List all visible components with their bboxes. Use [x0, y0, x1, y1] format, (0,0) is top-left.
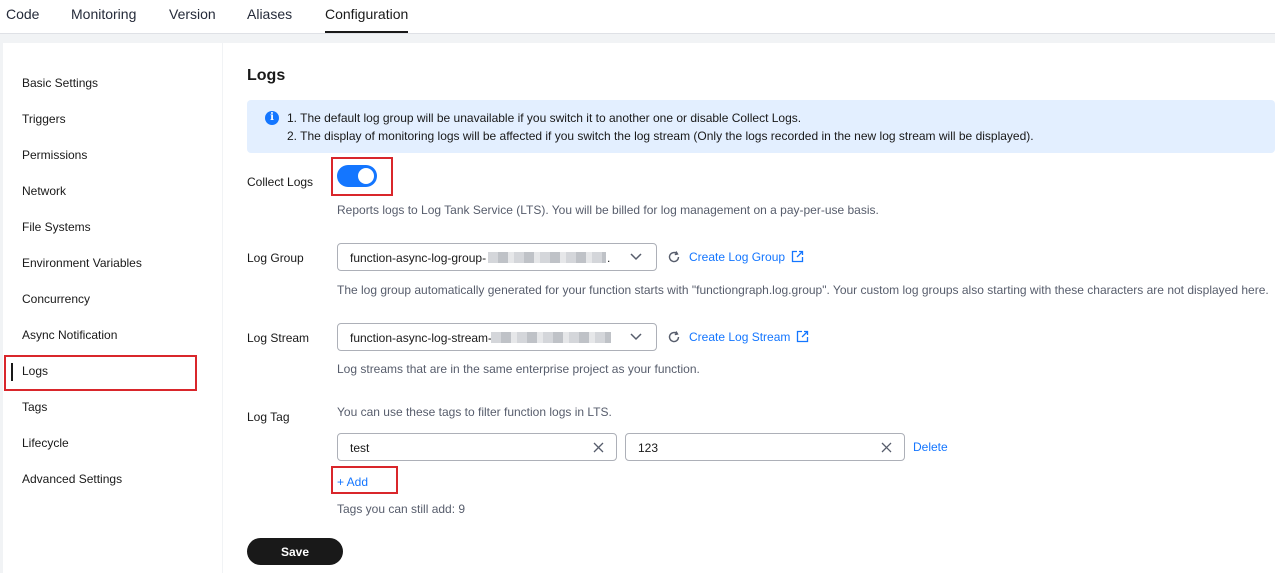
- clear-icon[interactable]: [881, 442, 892, 453]
- tag-value-input[interactable]: 123: [625, 433, 905, 461]
- collect-logs-label: Collect Logs: [247, 175, 314, 189]
- log-stream-label: Log Stream: [247, 331, 310, 345]
- delete-tag-link[interactable]: Delete: [913, 440, 948, 454]
- tab-version[interactable]: Version: [169, 6, 216, 22]
- tags-remaining: Tags you can still add: 9: [337, 502, 466, 516]
- add-tag-link[interactable]: + Add: [337, 475, 368, 489]
- collect-logs-toggle[interactable]: [337, 165, 377, 187]
- log-stream-value: function-async-log-stream-: [350, 331, 493, 345]
- sidebar-item-triggers[interactable]: Triggers: [22, 112, 66, 126]
- log-stream-hint: Log streams that are in the same enterpr…: [337, 362, 700, 376]
- sidebar: Basic Settings Triggers Permissions Netw…: [3, 43, 222, 573]
- create-log-group-link[interactable]: Create Log Group: [689, 250, 785, 264]
- sidebar-item-lifecycle[interactable]: Lifecycle: [22, 436, 69, 450]
- sidebar-item-advanced-settings[interactable]: Advanced Settings: [22, 472, 122, 486]
- external-link-icon[interactable]: [796, 330, 809, 343]
- logs-highlight-box: [4, 355, 197, 391]
- toggle-knob: [358, 168, 374, 184]
- info-notice: [247, 100, 1275, 153]
- clear-icon[interactable]: [593, 442, 604, 453]
- notice-line-1: 1. The default log group will be unavail…: [287, 111, 802, 125]
- log-group-label: Log Group: [247, 251, 304, 265]
- redacted-mask: [488, 252, 606, 263]
- log-group-value-suffix: .: [607, 251, 611, 265]
- active-indicator: [11, 363, 13, 381]
- tag-key-input[interactable]: test: [337, 433, 617, 461]
- redacted-mask: [491, 332, 611, 343]
- sidebar-item-file-systems[interactable]: File Systems: [22, 220, 91, 234]
- refresh-icon[interactable]: [667, 330, 681, 344]
- tag-value-value: 123: [638, 441, 659, 455]
- sidebar-item-concurrency[interactable]: Concurrency: [22, 292, 90, 306]
- chevron-down-icon: [630, 253, 642, 261]
- chevron-down-icon: [630, 333, 642, 341]
- collect-logs-hint: Reports logs to Log Tank Service (LTS). …: [337, 203, 879, 217]
- page-title: Logs: [247, 67, 286, 84]
- log-group-select[interactable]: function-async-log-group- .: [337, 243, 657, 271]
- sidebar-item-environment-variables[interactable]: Environment Variables: [22, 256, 142, 270]
- tab-code[interactable]: Code: [6, 6, 39, 22]
- sidebar-item-basic-settings[interactable]: Basic Settings: [22, 76, 98, 90]
- sidebar-item-tags[interactable]: Tags: [22, 400, 47, 414]
- sidebar-item-network[interactable]: Network: [22, 184, 66, 198]
- notice-line-2: 2. The display of monitoring logs will b…: [287, 129, 1034, 143]
- external-link-icon[interactable]: [791, 250, 804, 263]
- sidebar-item-permissions[interactable]: Permissions: [22, 148, 87, 162]
- tab-aliases[interactable]: Aliases: [247, 6, 292, 22]
- log-tag-label: Log Tag: [247, 410, 290, 424]
- save-button[interactable]: Save: [247, 538, 343, 565]
- top-tab-bar: Code Monitoring Version Aliases Configur…: [0, 0, 1275, 34]
- tag-key-value: test: [350, 441, 370, 455]
- log-group-hint: The log group automatically generated fo…: [337, 283, 1269, 297]
- create-log-stream-link[interactable]: Create Log Stream: [689, 330, 790, 344]
- log-group-value: function-async-log-group-: [350, 251, 487, 265]
- log-stream-select[interactable]: function-async-log-stream-: [337, 323, 657, 351]
- refresh-icon[interactable]: [667, 250, 681, 264]
- tab-configuration[interactable]: Configuration: [325, 6, 409, 33]
- sidebar-item-async-notification[interactable]: Async Notification: [22, 328, 117, 342]
- tab-monitoring[interactable]: Monitoring: [71, 6, 136, 22]
- info-icon: i: [265, 111, 279, 125]
- log-tag-hint: You can use these tags to filter functio…: [337, 405, 612, 419]
